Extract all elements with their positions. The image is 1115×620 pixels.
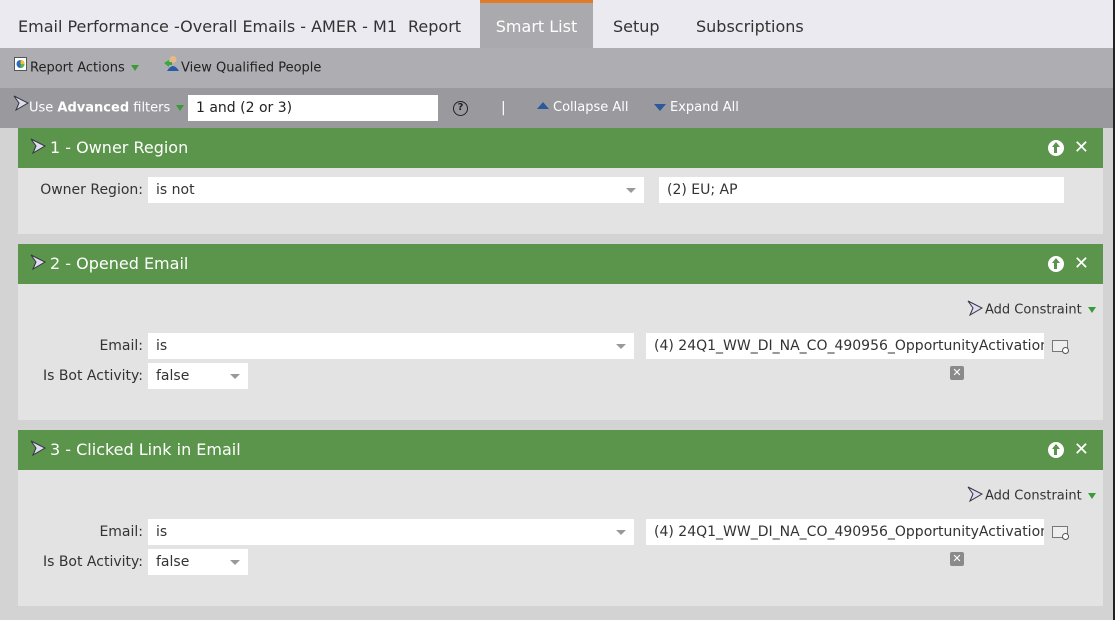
chevron-down-icon bbox=[616, 530, 626, 535]
chevron-down-icon bbox=[626, 188, 636, 193]
chevron-down-icon bbox=[616, 344, 626, 349]
tab-subscriptions[interactable]: Subscriptions bbox=[696, 0, 804, 48]
expand-arrow-icon bbox=[654, 104, 666, 111]
funnel-icon bbox=[30, 431, 47, 471]
remove-filter-icon[interactable]: ✕ bbox=[1074, 128, 1089, 168]
remove-constraint-icon[interactable]: ✕ bbox=[950, 366, 964, 380]
funnel-icon bbox=[967, 486, 984, 506]
report-title-tab[interactable]: Email Performance -Overall Emails - AMER… bbox=[18, 0, 397, 48]
funnel-icon bbox=[30, 129, 47, 169]
operator-value: is not bbox=[156, 182, 195, 198]
operator-value: is bbox=[156, 524, 168, 540]
bot-activity-select[interactable]: false bbox=[148, 549, 248, 575]
field-label: Email: bbox=[99, 338, 143, 354]
collapse-all-label: Collapse All bbox=[553, 100, 629, 115]
value-field[interactable]: (2) EU; AP bbox=[659, 177, 1064, 203]
filter-title: 2 - Opened Email bbox=[50, 254, 189, 273]
tab-setup[interactable]: Setup bbox=[613, 0, 660, 48]
filter-header[interactable]: 2 - Opened Email ✕ bbox=[18, 244, 1103, 284]
email-value-field[interactable]: (4) 24Q1_WW_DI_NA_CO_490956_OpportunityA… bbox=[646, 519, 1044, 545]
add-constraint-label: Add Constraint bbox=[985, 302, 1082, 318]
lookup-icon[interactable] bbox=[1052, 340, 1069, 354]
filter-card-opened-email: 2 - Opened Email ✕ Add Constraint Email:… bbox=[18, 244, 1103, 420]
help-icon[interactable]: ? bbox=[453, 101, 468, 116]
remove-constraint-icon[interactable]: ✕ bbox=[950, 552, 964, 566]
tab-smart-list[interactable]: Smart List bbox=[480, 0, 593, 48]
use-label: Use bbox=[29, 100, 58, 116]
operator-select[interactable]: is not bbox=[148, 177, 644, 203]
tab-report[interactable]: Report bbox=[408, 0, 461, 48]
email-value-field[interactable]: (4) 24Q1_WW_DI_NA_CO_490956_OpportunityA… bbox=[646, 333, 1044, 359]
field-label: Owner Region: bbox=[40, 182, 143, 198]
chevron-down-icon bbox=[230, 560, 240, 565]
dropdown-arrow-icon bbox=[130, 65, 139, 71]
view-qualified-people-label: View Qualified People bbox=[181, 60, 322, 76]
bot-activity-select[interactable]: false bbox=[148, 363, 248, 389]
add-constraint-button[interactable]: Add Constraint bbox=[967, 486, 1096, 506]
dropdown-arrow-icon bbox=[176, 105, 185, 111]
tab-bar: Email Performance -Overall Emails - AMER… bbox=[0, 0, 1113, 48]
advanced-label: Advanced bbox=[57, 100, 130, 116]
add-constraint-label: Add Constraint bbox=[985, 488, 1082, 504]
report-actions-button[interactable]: Report Actions bbox=[14, 48, 139, 88]
move-up-icon[interactable] bbox=[1047, 442, 1064, 458]
view-qualified-people-button[interactable]: View Qualified People bbox=[163, 48, 321, 88]
dropdown-arrow-icon bbox=[1087, 493, 1096, 499]
dropdown-arrow-icon bbox=[1087, 307, 1096, 313]
move-up-icon[interactable] bbox=[1047, 140, 1064, 156]
bot-activity-value: false bbox=[156, 554, 190, 570]
filters-label: filters bbox=[129, 100, 171, 116]
filter-header[interactable]: 1 - Owner Region ✕ bbox=[18, 128, 1103, 168]
report-actions-icon bbox=[14, 48, 27, 88]
expand-all-label: Expand All bbox=[670, 100, 739, 115]
expand-all-button[interactable]: Expand All bbox=[654, 88, 739, 128]
operator-select[interactable]: is bbox=[148, 333, 634, 359]
remove-filter-icon[interactable]: ✕ bbox=[1074, 430, 1089, 470]
funnel-icon bbox=[967, 300, 984, 320]
filter-card-owner-region: 1 - Owner Region ✕ Owner Region: is not … bbox=[18, 128, 1103, 234]
people-icon bbox=[163, 48, 180, 88]
funnel-icon bbox=[30, 245, 47, 285]
filter-title: 3 - Clicked Link in Email bbox=[50, 440, 241, 459]
constraint-label: Is Bot Activity: bbox=[42, 368, 143, 384]
separator: | bbox=[501, 100, 506, 116]
collapse-arrow-icon bbox=[537, 102, 549, 109]
filter-logic-input[interactable] bbox=[188, 95, 438, 121]
operator-select[interactable]: is bbox=[148, 519, 634, 545]
actions-toolbar: Report Actions View Qualified People bbox=[0, 48, 1113, 88]
constraint-label: Is Bot Activity: bbox=[42, 554, 143, 570]
field-label: Email: bbox=[99, 524, 143, 540]
report-actions-label: Report Actions bbox=[30, 60, 125, 76]
lookup-icon[interactable] bbox=[1052, 526, 1069, 540]
add-constraint-button[interactable]: Add Constraint bbox=[967, 300, 1096, 320]
filter-header[interactable]: 3 - Clicked Link in Email ✕ bbox=[18, 430, 1103, 470]
remove-filter-icon[interactable]: ✕ bbox=[1074, 244, 1089, 284]
bot-activity-value: false bbox=[156, 368, 190, 384]
operator-value: is bbox=[156, 338, 168, 354]
funnel-icon bbox=[13, 88, 30, 128]
move-up-icon[interactable] bbox=[1047, 256, 1064, 272]
chevron-down-icon bbox=[230, 374, 240, 379]
filter-bar: Use Advanced filters ? | Collapse All Ex… bbox=[0, 88, 1113, 128]
filter-title: 1 - Owner Region bbox=[50, 138, 189, 157]
advanced-filters-dropdown[interactable]: Use Advanced filters bbox=[13, 88, 185, 128]
filter-card-clicked-link: 3 - Clicked Link in Email ✕ Add Constrai… bbox=[18, 430, 1103, 606]
collapse-all-button[interactable]: Collapse All bbox=[537, 88, 629, 128]
